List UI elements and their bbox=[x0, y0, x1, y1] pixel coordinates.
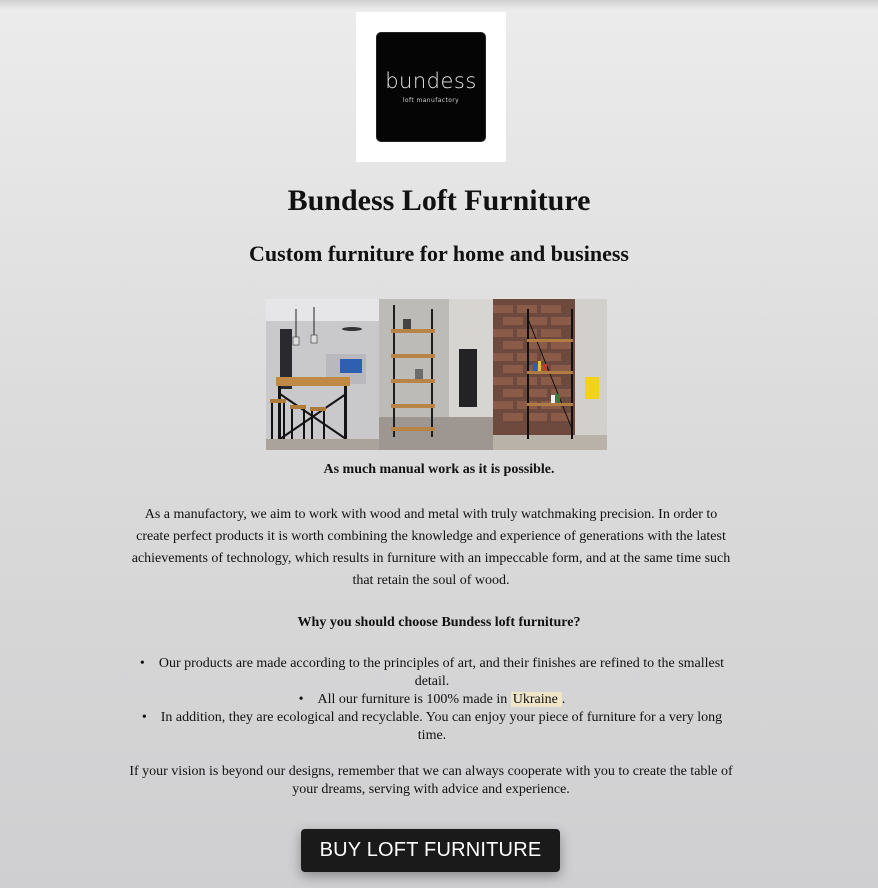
page-subtitle: Custom furniture for home and business bbox=[249, 241, 629, 266]
buy-loft-furniture-button[interactable]: BUY LOFT FURNITURE bbox=[301, 829, 560, 872]
top-shadow bbox=[0, 0, 878, 10]
why-heading: Why you should choose Bundess loft furni… bbox=[297, 615, 581, 630]
list-item: • All our furniture is 100% made in Ukrai… bbox=[126, 691, 738, 709]
list-item: • Our products are made according to the … bbox=[126, 655, 738, 691]
benefit-text: Our products are made according to the p… bbox=[158, 656, 725, 689]
furniture-photo-strip bbox=[266, 299, 607, 450]
page-title: Bundess Loft Furniture bbox=[287, 184, 591, 217]
highlighted-country: Ukraine bbox=[510, 692, 562, 707]
bullet-icon: • bbox=[141, 710, 147, 725]
list-item: • In addition, they are ecological and re… bbox=[126, 709, 738, 745]
brand-logo: bundess loft manufactory bbox=[356, 12, 506, 162]
intro-heading: As much manual work as it is possible. bbox=[323, 462, 555, 477]
benefits-list: • Our products are made according to the … bbox=[126, 655, 738, 745]
photo-pipe-shelving bbox=[379, 299, 493, 450]
benefit-text: In addition, they are ecological and rec… bbox=[160, 710, 723, 743]
closing-paragraph: If your vision is beyond our designs, re… bbox=[129, 764, 733, 797]
logo-tagline: loft manufactory bbox=[402, 97, 460, 104]
logo-wordmark: bundess bbox=[385, 69, 477, 93]
benefit-text: All our furniture is 100% made in bbox=[317, 692, 508, 707]
photo-bar-table bbox=[266, 299, 379, 450]
benefit-suffix: . bbox=[561, 692, 566, 707]
logo-badge: bundess loft manufactory bbox=[376, 32, 486, 142]
bullet-icon: • bbox=[139, 656, 145, 671]
intro-paragraph: As a manufactory, we aim to work with wo… bbox=[131, 507, 731, 588]
photo-brick-bookcase bbox=[493, 299, 607, 450]
bullet-icon: • bbox=[298, 692, 304, 707]
